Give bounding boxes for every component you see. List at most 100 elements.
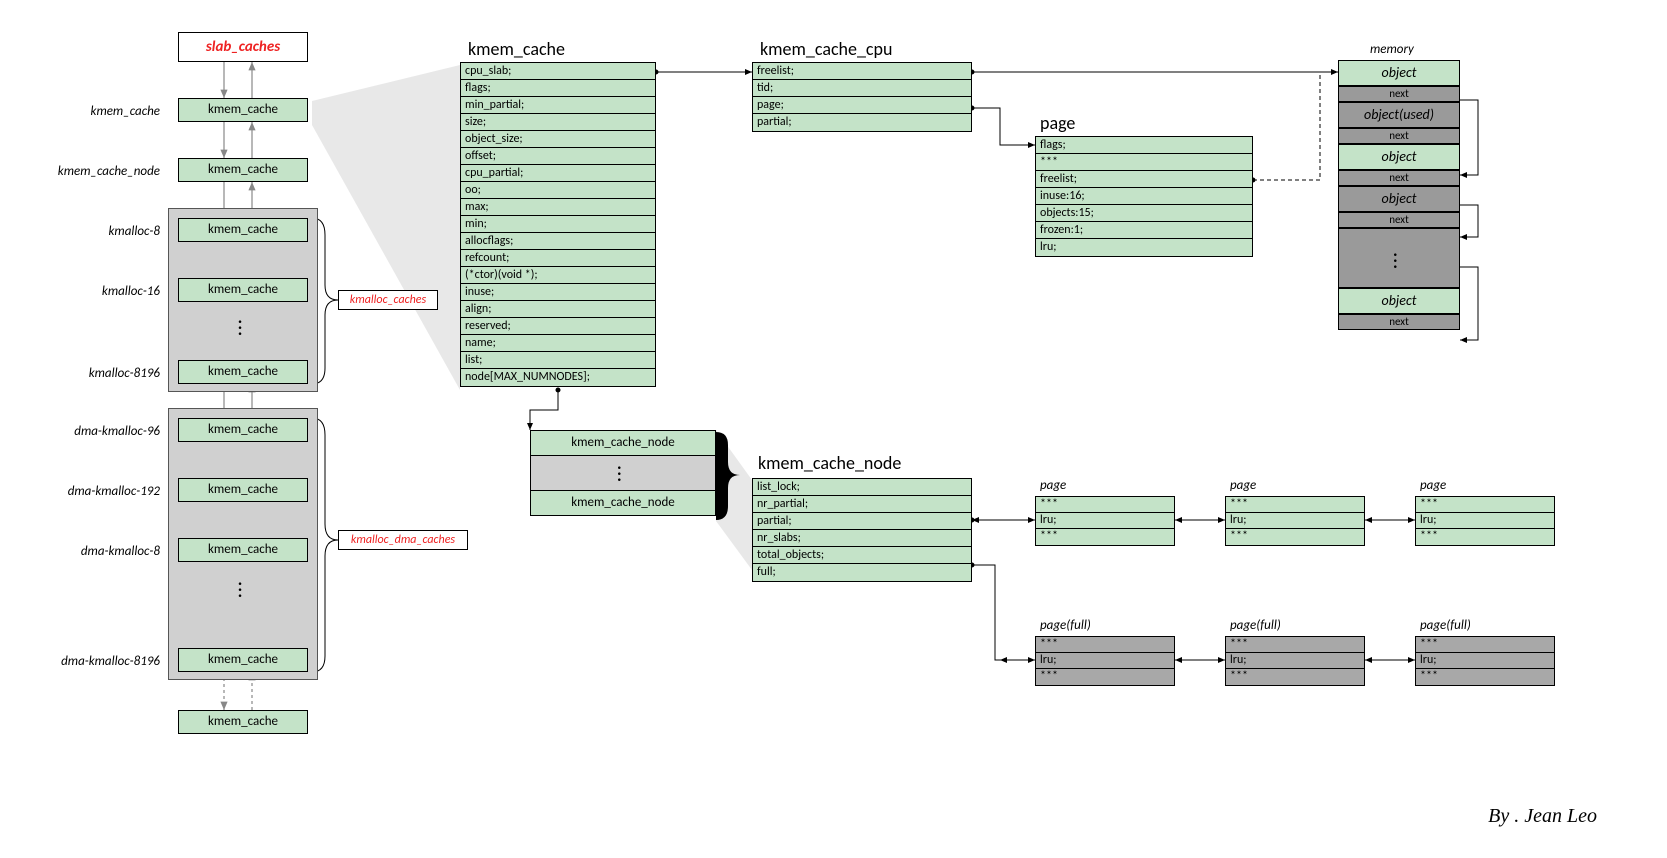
struct-field: cpu_partial; — [461, 165, 655, 182]
struct-field: max; — [461, 199, 655, 216]
struct-field: name; — [461, 335, 655, 352]
label-dma-8: dma-kmalloc-8 — [35, 544, 160, 559]
page-field: lru; — [1036, 653, 1174, 669]
page-field: *** — [1416, 497, 1554, 513]
struct-field: objects:15; — [1036, 205, 1252, 222]
box-dma-192: kmem_cache — [178, 478, 308, 502]
page-full-2: ***lru;*** — [1225, 636, 1365, 686]
struct-field: partial; — [753, 513, 971, 530]
struct-field: oo; — [461, 182, 655, 199]
struct-field: flags; — [1036, 137, 1252, 154]
struct-field: full; — [753, 564, 971, 581]
struct-field: nr_partial; — [753, 496, 971, 513]
mem-next-2: next — [1338, 128, 1460, 144]
struct-field: page; — [753, 97, 971, 114]
title-page: page — [1040, 112, 1075, 134]
title-kmem-cache: kmem_cache — [468, 38, 565, 60]
box-kmem-cache-2: kmem_cache — [178, 158, 308, 182]
page-struct: flags;***freelist;inuse:16;objects:15;fr… — [1035, 136, 1253, 257]
label-dma-8196: dma-kmalloc-8196 — [15, 654, 160, 669]
title-kmem-cache-cpu: kmem_cache_cpu — [760, 38, 892, 60]
page-field: lru; — [1226, 513, 1364, 529]
page-field: lru; — [1226, 653, 1364, 669]
struct-field: cpu_slab; — [461, 63, 655, 80]
memory-stack: object next object(used) next object nex… — [1338, 60, 1460, 330]
node-array-item-2: kmem_cache_node — [530, 490, 716, 516]
box-dma-8: kmem_cache — [178, 538, 308, 562]
box-kmem-cache-1: kmem_cache — [178, 98, 308, 122]
struct-field: total_objects; — [753, 547, 971, 564]
page-small-1-title: page — [1040, 478, 1066, 493]
page-field: *** — [1416, 637, 1554, 653]
slab-caches-label: slab_caches — [206, 38, 280, 56]
label-kmalloc-16: kmalloc-16 — [60, 284, 160, 299]
struct-field: tid; — [753, 80, 971, 97]
mem-next-1: next — [1338, 86, 1460, 102]
struct-field: inuse; — [461, 284, 655, 301]
mem-object-2: object — [1338, 144, 1460, 170]
box-dma-8196: kmem_cache — [178, 648, 308, 672]
node-array-item-1: kmem_cache_node — [530, 430, 716, 456]
box-kmalloc-16: kmem_cache — [178, 278, 308, 302]
struct-field: size; — [461, 114, 655, 131]
mem-gap: ··· — [1338, 228, 1460, 288]
struct-field: *** — [1036, 154, 1252, 171]
page-field: *** — [1036, 529, 1174, 545]
struct-field: node[MAX_NUMNODES]; — [461, 369, 655, 386]
struct-field: nr_slabs; — [753, 530, 971, 547]
kmem-cache-node-struct: list_lock;nr_partial;partial;nr_slabs;to… — [752, 478, 972, 582]
kmalloc-dma-caches-label-box: kmalloc_dma_caches — [338, 530, 468, 550]
page-full-2-title: page(full) — [1230, 618, 1281, 633]
struct-field: refcount; — [461, 250, 655, 267]
mem-next-3: next — [1338, 170, 1460, 186]
box-kmalloc-8196: kmem_cache — [178, 360, 308, 384]
kmalloc-dma-caches-label: kmalloc_dma_caches — [351, 533, 455, 547]
box-dma-96: kmem_cache — [178, 418, 308, 442]
page-field: lru; — [1416, 653, 1554, 669]
node-array-group: kmem_cache_node ··· kmem_cache_node — [530, 430, 716, 516]
page-field: *** — [1226, 669, 1364, 685]
label-dma-96: dma-kmalloc-96 — [30, 424, 160, 439]
struct-field: inuse:16; — [1036, 188, 1252, 205]
page-field: *** — [1226, 529, 1364, 545]
struct-field: object_size; — [461, 131, 655, 148]
struct-field: partial; — [753, 114, 971, 131]
page-small-3-title: page — [1420, 478, 1446, 493]
signature: By . Jean Leo — [1488, 805, 1597, 828]
page-field: lru; — [1416, 513, 1554, 529]
struct-field: offset; — [461, 148, 655, 165]
struct-field: freelist; — [1036, 171, 1252, 188]
struct-field: reserved; — [461, 318, 655, 335]
memory-title: memory — [1370, 42, 1414, 57]
mem-next-5: next — [1338, 314, 1460, 330]
vdots-dma: ··· — [230, 580, 250, 598]
label-kmalloc-8196: kmalloc-8196 — [50, 366, 160, 381]
label-kmem-cache-node: kmem_cache_node — [20, 164, 160, 179]
kmem-cache-cpu-struct: freelist;tid;page;partial; — [752, 62, 972, 132]
label-kmalloc-8: kmalloc-8 — [60, 224, 160, 239]
vdots-kmalloc: ··· — [230, 318, 250, 336]
page-full-3: ***lru;*** — [1415, 636, 1555, 686]
page-field: *** — [1416, 669, 1554, 685]
kmalloc-caches-label-box: kmalloc_caches — [338, 290, 438, 310]
mem-object-used: object(used) — [1338, 102, 1460, 128]
label-kmem-cache: kmem_cache — [40, 104, 160, 119]
page-small-2: ***lru;*** — [1225, 496, 1365, 546]
page-field: *** — [1036, 497, 1174, 513]
struct-field: list_lock; — [753, 479, 971, 496]
box-kmalloc-8: kmem_cache — [178, 218, 308, 242]
page-full-3-title: page(full) — [1420, 618, 1471, 633]
title-kmem-cache-node: kmem_cache_node — [758, 452, 901, 474]
struct-field: min_partial; — [461, 97, 655, 114]
struct-field: allocflags; — [461, 233, 655, 250]
page-small-2-title: page — [1230, 478, 1256, 493]
slab-caches-box: slab_caches — [178, 32, 308, 62]
struct-field: align; — [461, 301, 655, 318]
mem-next-4: next — [1338, 212, 1460, 228]
page-field: *** — [1036, 637, 1174, 653]
page-small-3: ***lru;*** — [1415, 496, 1555, 546]
struct-field: list; — [461, 352, 655, 369]
page-field: *** — [1226, 497, 1364, 513]
mem-object-gray-1: object — [1338, 186, 1460, 212]
page-small-1: ***lru;*** — [1035, 496, 1175, 546]
